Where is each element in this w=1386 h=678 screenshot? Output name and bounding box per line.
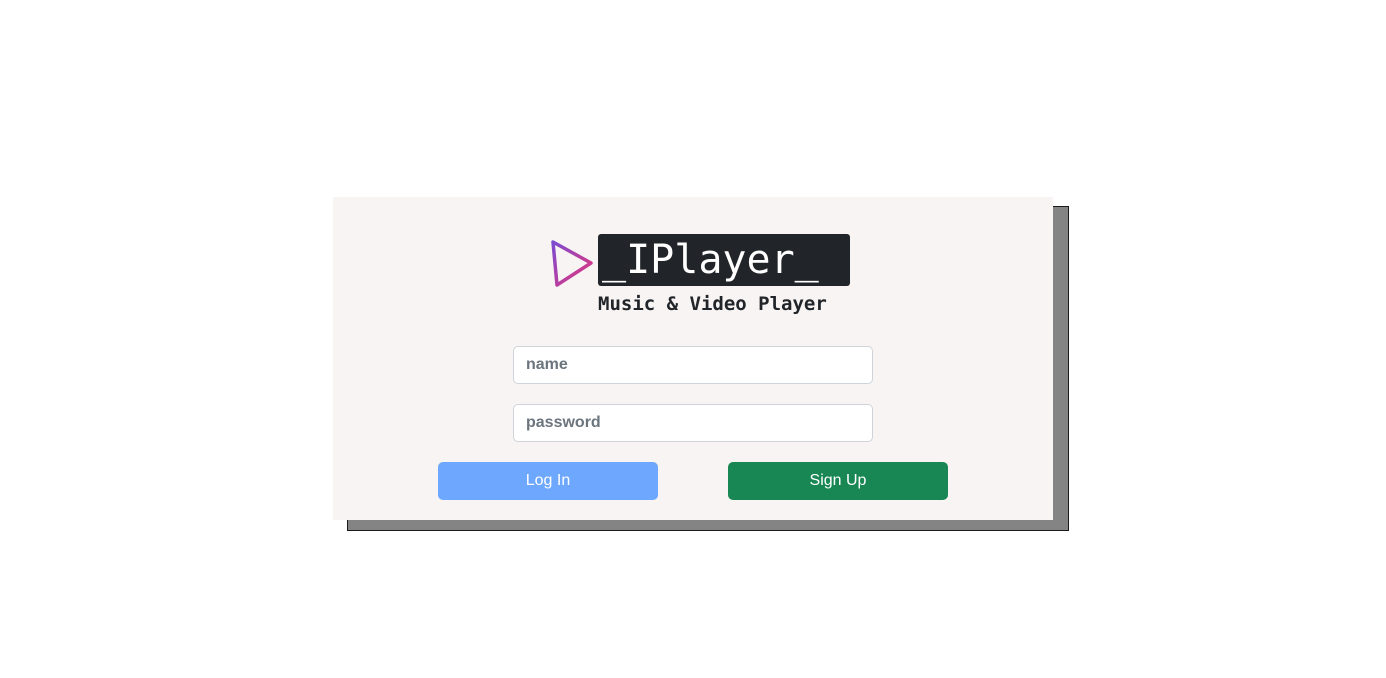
password-input[interactable] — [513, 404, 873, 442]
signup-button[interactable]: Sign Up — [728, 462, 948, 500]
login-button[interactable]: Log In — [438, 462, 658, 500]
page: _IPlayer_ Music & Video Player Log In Si… — [0, 0, 1386, 678]
name-input[interactable] — [513, 346, 873, 384]
play-triangle-icon — [551, 240, 593, 287]
app-subtitle: Music & Video Player — [598, 293, 827, 315]
app-title: _IPlayer_ — [598, 234, 850, 286]
